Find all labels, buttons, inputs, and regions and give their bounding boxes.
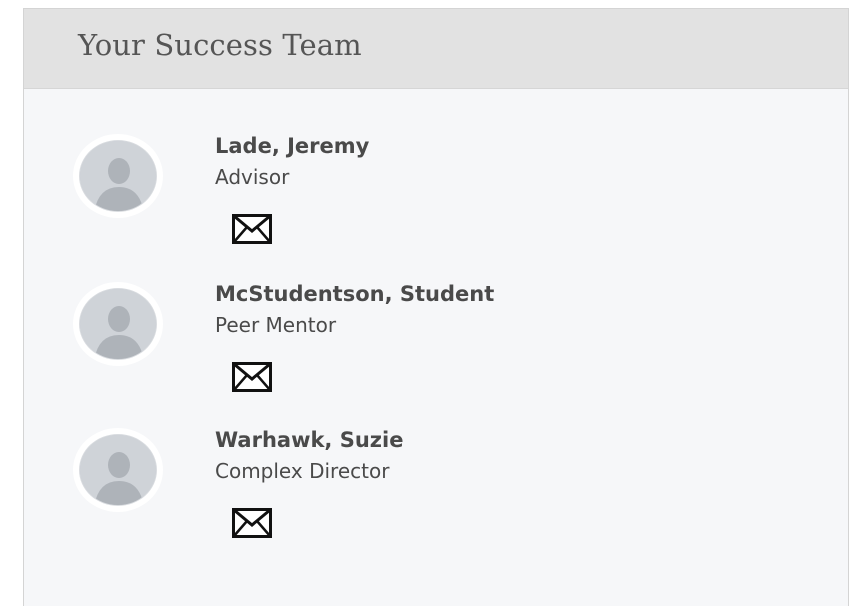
team-member: Lade, Jeremy Advisor: [24, 134, 848, 274]
member-name[interactable]: Warhawk, Suzie: [215, 428, 403, 452]
default-avatar-icon: [79, 288, 157, 360]
avatar: [73, 428, 163, 512]
mail-icon[interactable]: [232, 362, 272, 392]
member-role: Complex Director: [215, 459, 390, 483]
avatar: [73, 282, 163, 366]
success-team-panel: Your Success Team Lade, Jeremy Advisor M…: [23, 8, 849, 606]
default-avatar-icon: [79, 140, 157, 212]
mail-icon[interactable]: [232, 214, 272, 244]
mail-icon[interactable]: [232, 508, 272, 538]
member-role: Advisor: [215, 165, 290, 189]
panel-header: Your Success Team: [24, 9, 848, 89]
panel-title: Your Success Team: [78, 28, 362, 62]
member-name[interactable]: Lade, Jeremy: [215, 134, 369, 158]
member-role: Peer Mentor: [215, 313, 337, 337]
avatar: [73, 134, 163, 218]
team-member: Warhawk, Suzie Complex Director: [24, 428, 848, 568]
team-member: McStudentson, Student Peer Mentor: [24, 282, 848, 422]
member-name[interactable]: McStudentson, Student: [215, 282, 494, 306]
default-avatar-icon: [79, 434, 157, 506]
